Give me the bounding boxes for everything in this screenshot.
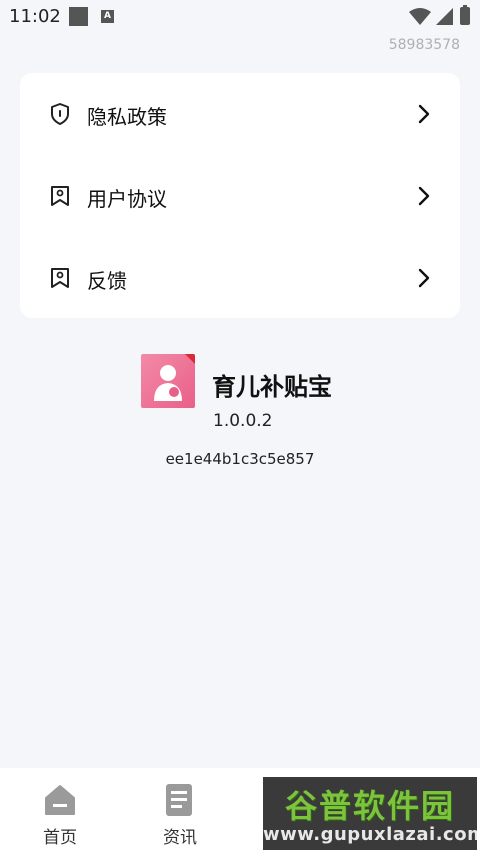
menu-item-privacy-policy[interactable]: 隐私政策 [20,73,460,155]
menu-item-user-agreement[interactable]: 用户协议 [20,155,460,237]
nav-item-news[interactable]: 资讯 [130,768,230,853]
chevron-right-icon [418,104,430,124]
watermark-banner: 谷普软件园 www.gupuxlazai.com [263,777,477,850]
watermark-url: www.gupuxlazai.com [263,824,477,845]
nav-label: 资讯 [163,828,197,848]
app-version: 1.0.0.2 [213,411,273,431]
screen: 11:02 A 58983578 隐私政策 用户协议 反馈 育儿补贴宝 1.0.… [0,0,480,853]
home-icon [45,785,75,815]
status-time: 11:02 [9,6,61,27]
menu-item-label: 用户协议 [87,187,167,211]
app-build-hash: ee1e44b1c3c5e857 [165,450,315,468]
app-name: 育儿补贴宝 [212,373,332,401]
settings-menu-card: 隐私政策 用户协议 反馈 [20,73,460,318]
watermark-title: 谷普软件园 [284,787,455,825]
chevron-right-icon [418,186,430,206]
menu-item-feedback[interactable]: 反馈 [20,237,460,319]
shield-icon [51,103,69,125]
status-bar: 11:02 A [0,0,480,34]
bookmark-icon [51,268,69,288]
nav-item-home[interactable]: 首页 [10,768,110,853]
bookmark-icon [51,186,69,206]
menu-item-label: 反馈 [87,269,127,293]
chevron-right-icon [418,268,430,288]
signal-icon [436,8,453,25]
news-icon [166,784,192,816]
notification-a-icon: A [101,10,114,23]
app-logo [141,354,195,408]
notification-square-icon [69,7,88,26]
mother-baby-icon [154,354,195,401]
battery-icon [460,5,470,25]
wifi-icon [409,8,431,25]
user-id: 58983578 [388,37,460,53]
nav-label: 首页 [43,828,77,848]
menu-item-label: 隐私政策 [87,105,167,129]
